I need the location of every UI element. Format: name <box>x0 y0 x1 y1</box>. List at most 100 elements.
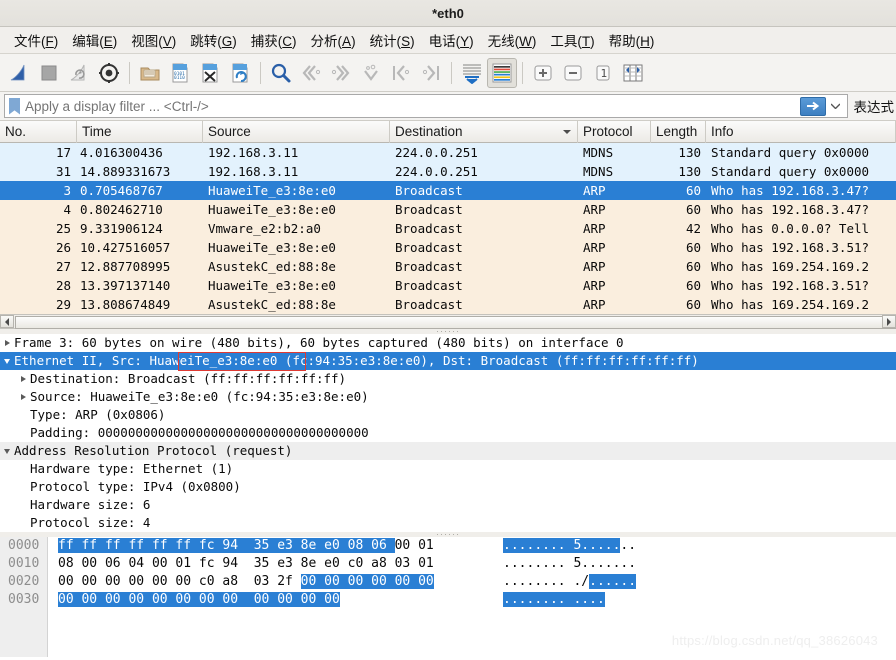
column-header-time[interactable]: Time <box>77 120 203 143</box>
hex-byte[interactable]: 03 <box>254 574 277 589</box>
hex-byte[interactable]: e0 <box>324 538 348 553</box>
packet-list-hscrollbar[interactable] <box>0 314 896 329</box>
detail-row[interactable]: Destination: Broadcast (ff:ff:ff:ff:ff:f… <box>0 370 896 388</box>
go-forward-icon[interactable] <box>326 58 356 88</box>
open-file-icon[interactable] <box>135 58 165 88</box>
menu-item-4[interactable]: 跳转(G) <box>183 28 244 52</box>
menu-item-9[interactable]: 无线(W) <box>481 28 544 52</box>
hex-byte[interactable]: 00 <box>198 592 223 607</box>
scroll-right-button[interactable] <box>882 315 896 328</box>
chevron-right-icon[interactable] <box>16 394 30 400</box>
capture-options-icon[interactable] <box>94 58 124 88</box>
detail-row[interactable]: Address Resolution Protocol (request) <box>0 442 896 460</box>
hex-byte[interactable]: 00 <box>81 592 105 607</box>
menu-item-1[interactable]: 文件(F) <box>7 28 65 52</box>
hex-byte[interactable]: 08 <box>58 556 81 571</box>
column-header-length[interactable]: Length <box>651 120 706 143</box>
hex-byte[interactable]: 00 <box>277 592 301 607</box>
detail-row[interactable]: Type: ARP (0x0806) <box>0 406 896 424</box>
hex-byte[interactable]: ff <box>104 538 129 553</box>
hex-byte[interactable]: 00 <box>395 538 418 553</box>
table-row[interactable]: 28 13.397137140 HuaweiTe_e3:8e:e0 Broadcast… <box>0 276 896 295</box>
hex-byte[interactable]: 00 <box>58 592 82 607</box>
hex-byte[interactable]: 00 <box>347 574 372 589</box>
hex-byte[interactable]: e3 <box>277 556 300 571</box>
hex-byte[interactable]: 94 <box>222 556 253 571</box>
hex-byte[interactable]: ff <box>175 538 199 553</box>
hex-byte[interactable]: 00 <box>253 592 278 607</box>
hex-byte[interactable]: 00 <box>81 556 104 571</box>
hex-byte[interactable]: 01 <box>175 556 198 571</box>
hex-byte[interactable]: 00 <box>300 574 325 589</box>
menu-item-3[interactable]: 视图(V) <box>124 28 183 52</box>
hex-byte[interactable]: 94 <box>222 538 254 553</box>
column-header-no[interactable]: No. <box>0 120 77 143</box>
hex-byte[interactable]: 01 <box>418 556 434 571</box>
hex-byte[interactable]: c0 <box>348 556 371 571</box>
hex-byte[interactable]: 00 <box>105 574 128 589</box>
table-row[interactable]: 27 12.887708995 AsustekC_ed:88:8e Broadcast… <box>0 257 896 276</box>
table-row[interactable]: 31 14.889331673 192.168.3.11 224.0.0.251 MDN… <box>0 162 896 181</box>
hex-byte[interactable]: 00 <box>152 574 175 589</box>
menu-item-6[interactable]: 分析(A) <box>304 28 363 52</box>
zoom-reset-icon[interactable]: 1 <box>588 58 618 88</box>
restart-capture-icon[interactable] <box>64 58 94 88</box>
hex-byte[interactable]: 00 <box>175 574 198 589</box>
hex-byte[interactable]: 08 <box>347 538 372 553</box>
hex-byte[interactable]: a8 <box>222 574 253 589</box>
search-input[interactable] <box>25 98 800 114</box>
go-last-packet-icon[interactable] <box>416 58 446 88</box>
table-row[interactable]: 17 4.016300436 192.168.3.11 224.0.0.251 MDNS… <box>0 143 896 162</box>
menu-item-2[interactable]: 编辑(E) <box>65 28 124 52</box>
hex-byte[interactable]: 8e <box>300 538 325 553</box>
hex-ascii-row[interactable]: ........ .... <box>503 591 636 609</box>
detail-row[interactable]: Ethernet II, Src: HuaweiTe_e3:8e:e0 (fc:… <box>0 352 896 370</box>
hex-byte[interactable]: 00 <box>371 574 395 589</box>
column-header-info[interactable]: Info <box>706 120 896 143</box>
hex-byte[interactable]: 00 <box>324 574 348 589</box>
hex-byte[interactable]: 06 <box>371 538 395 553</box>
hex-byte-row[interactable]: 00 00 00 00 00 00 00 00 00 00 00 00 <box>58 591 896 609</box>
detail-row[interactable]: Padding: 0000000000000000000000000000000… <box>0 424 896 442</box>
hex-byte[interactable]: 00 <box>418 574 434 589</box>
display-filter-box[interactable] <box>4 94 848 118</box>
chevron-right-icon[interactable] <box>0 340 14 346</box>
find-packet-icon[interactable] <box>266 58 296 88</box>
hex-byte[interactable]: 2f <box>277 574 300 589</box>
hex-byte[interactable]: fc <box>199 556 222 571</box>
detail-row[interactable]: Frame 3: 60 bytes on wire (480 bits), 60… <box>0 334 896 352</box>
hex-ascii-row[interactable]: ........ 5....... <box>503 537 636 555</box>
column-header-protocol[interactable]: Protocol <box>578 120 651 143</box>
hex-byte[interactable]: fc <box>198 538 223 553</box>
expression-button[interactable]: 表达式 <box>854 96 895 116</box>
resize-columns-icon[interactable] <box>618 58 648 88</box>
hex-byte[interactable]: 00 <box>324 592 340 607</box>
hex-byte[interactable]: 00 <box>151 592 176 607</box>
bookmark-icon[interactable] <box>9 97 20 115</box>
hex-byte-row[interactable]: ff ff ff ff ff ff fc 94 35 e3 8e e0 08 0… <box>58 537 896 555</box>
hex-byte[interactable]: 00 <box>104 592 129 607</box>
hex-byte[interactable]: 00 <box>128 574 151 589</box>
hex-byte[interactable]: 00 <box>81 574 104 589</box>
hex-byte[interactable]: ff <box>128 538 152 553</box>
hex-byte[interactable]: 8e <box>301 556 324 571</box>
hex-byte[interactable]: e3 <box>277 538 301 553</box>
hex-byte-row[interactable]: 08 00 06 04 00 01 fc 94 35 e3 8e e0 c0 a… <box>58 555 896 573</box>
chevron-down-icon[interactable] <box>0 448 14 454</box>
zoom-out-icon[interactable] <box>558 58 588 88</box>
hex-byte[interactable]: 01 <box>418 538 434 553</box>
menu-item-11[interactable]: 帮助(H) <box>602 28 662 52</box>
hscroll-thumb[interactable] <box>15 316 896 329</box>
go-to-packet-icon[interactable] <box>356 58 386 88</box>
start-capture-icon[interactable] <box>4 58 34 88</box>
hex-byte[interactable]: 00 <box>128 592 152 607</box>
hex-byte[interactable]: 00 <box>175 592 199 607</box>
hex-byte[interactable]: 06 <box>105 556 128 571</box>
menu-item-8[interactable]: 电话(Y) <box>422 28 481 52</box>
stop-capture-icon[interactable] <box>34 58 64 88</box>
column-header-destination[interactable]: Destination <box>390 120 578 143</box>
hex-byte[interactable]: 00 <box>152 556 175 571</box>
hex-byte[interactable]: 35 <box>253 538 278 553</box>
detail-row[interactable]: Hardware size: 6 <box>0 496 896 514</box>
hex-byte[interactable]: 35 <box>254 556 277 571</box>
